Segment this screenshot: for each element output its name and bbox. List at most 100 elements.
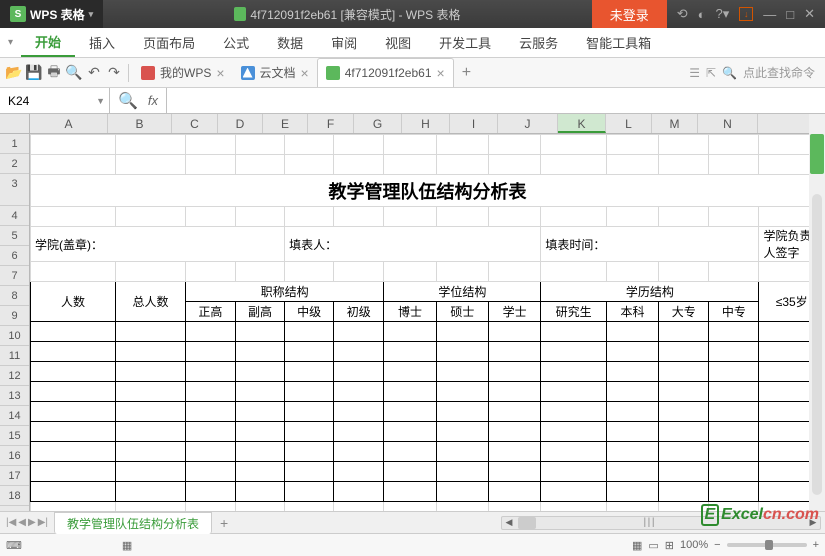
- theme-icon[interactable]: ◐: [698, 7, 706, 22]
- cell[interactable]: [436, 422, 488, 442]
- save-icon[interactable]: 💾: [24, 64, 44, 81]
- cell[interactable]: [185, 362, 235, 382]
- cell[interactable]: [334, 362, 384, 382]
- menu-cloud[interactable]: 云服务: [505, 28, 572, 57]
- cell[interactable]: [489, 342, 541, 362]
- cell[interactable]: [384, 422, 436, 442]
- login-button[interactable]: 未登录: [592, 0, 667, 28]
- cell[interactable]: [659, 342, 709, 362]
- doctab-mywps[interactable]: 我的WPS ×: [133, 58, 233, 87]
- menu-dropdown-icon[interactable]: ▾: [0, 28, 21, 57]
- cell[interactable]: [606, 422, 658, 442]
- cell[interactable]: [116, 482, 186, 502]
- zoom-slider[interactable]: [727, 543, 807, 547]
- cell[interactable]: [116, 422, 186, 442]
- cell[interactable]: [606, 342, 658, 362]
- cell[interactable]: [334, 422, 384, 442]
- cell[interactable]: [606, 382, 658, 402]
- col-header[interactable]: H: [402, 114, 450, 133]
- cell[interactable]: [384, 342, 436, 362]
- undo-icon[interactable]: ↶: [84, 64, 104, 81]
- sheet-last-icon[interactable]: ▶|: [38, 517, 48, 528]
- cell[interactable]: [709, 382, 759, 402]
- cell[interactable]: [116, 462, 186, 482]
- cell[interactable]: [709, 362, 759, 382]
- open-icon[interactable]: 📂: [4, 64, 24, 81]
- cell[interactable]: [541, 342, 606, 362]
- table-row[interactable]: [31, 342, 825, 362]
- namebox-dropdown-icon[interactable]: ▼: [96, 96, 105, 106]
- row-header[interactable]: 9: [0, 306, 29, 326]
- app-dropdown-icon[interactable]: ▾: [89, 9, 94, 20]
- cell[interactable]: [436, 362, 488, 382]
- cell[interactable]: [659, 442, 709, 462]
- col-header[interactable]: M: [652, 114, 698, 133]
- cell[interactable]: [285, 362, 334, 382]
- cell[interactable]: [285, 322, 334, 342]
- cell[interactable]: [116, 382, 186, 402]
- cell[interactable]: [185, 322, 235, 342]
- cell[interactable]: [489, 482, 541, 502]
- add-sheet-button[interactable]: +: [212, 515, 236, 531]
- cell[interactable]: [236, 342, 285, 362]
- fx-icon[interactable]: fx: [148, 93, 158, 108]
- cell[interactable]: [285, 462, 334, 482]
- col-header[interactable]: N: [698, 114, 758, 133]
- cell[interactable]: [489, 462, 541, 482]
- spreadsheet-table[interactable]: 教学管理队伍结构分析表 学院(盖章)： 填表人： 填表时间： 学院负责人签字 人…: [30, 134, 825, 512]
- vertical-scrollbar[interactable]: [809, 114, 825, 511]
- cell[interactable]: [659, 382, 709, 402]
- cell[interactable]: [541, 362, 606, 382]
- cell[interactable]: [489, 422, 541, 442]
- cell[interactable]: [489, 382, 541, 402]
- cell[interactable]: [334, 382, 384, 402]
- cell[interactable]: [489, 442, 541, 462]
- tab-close-icon[interactable]: ×: [437, 65, 445, 81]
- print-icon[interactable]: 🖶: [44, 61, 64, 85]
- menu-formula[interactable]: 公式: [209, 28, 263, 57]
- cell[interactable]: [236, 422, 285, 442]
- search-icon[interactable]: 🔍: [722, 66, 737, 80]
- cell[interactable]: [606, 482, 658, 502]
- cell[interactable]: [285, 482, 334, 502]
- col-header[interactable]: G: [354, 114, 402, 133]
- row-header[interactable]: 5: [0, 226, 29, 246]
- col-header[interactable]: I: [450, 114, 498, 133]
- cell[interactable]: [709, 342, 759, 362]
- cell[interactable]: [116, 442, 186, 462]
- cell[interactable]: [541, 442, 606, 462]
- zoom-out-icon[interactable]: −: [714, 539, 720, 551]
- col-header[interactable]: D: [218, 114, 263, 133]
- col-header[interactable]: E: [263, 114, 308, 133]
- cell[interactable]: [541, 382, 606, 402]
- cell[interactable]: [606, 462, 658, 482]
- tab-close-icon[interactable]: ×: [216, 65, 224, 81]
- table-row[interactable]: [31, 207, 825, 227]
- cell[interactable]: [606, 442, 658, 462]
- cell[interactable]: [285, 382, 334, 402]
- row-header[interactable]: 10: [0, 326, 29, 346]
- row-header[interactable]: 1: [0, 134, 29, 154]
- scroll-track[interactable]: [812, 194, 822, 495]
- cell[interactable]: [606, 362, 658, 382]
- doctab-cloud[interactable]: 云文档 ×: [233, 58, 317, 87]
- sheet-prev-icon[interactable]: ◀: [18, 517, 26, 528]
- table-row[interactable]: [31, 322, 825, 342]
- cell[interactable]: [334, 342, 384, 362]
- cell[interactable]: [606, 322, 658, 342]
- zoom-in-icon[interactable]: +: [813, 539, 819, 551]
- row-header[interactable]: 6: [0, 246, 29, 266]
- table-row[interactable]: [31, 422, 825, 442]
- cell[interactable]: [285, 402, 334, 422]
- cell[interactable]: [659, 462, 709, 482]
- cell[interactable]: [384, 482, 436, 502]
- row-header[interactable]: 4: [0, 206, 29, 226]
- cell[interactable]: [285, 342, 334, 362]
- cell[interactable]: [285, 422, 334, 442]
- table-row[interactable]: [31, 262, 825, 282]
- cell[interactable]: [31, 382, 116, 402]
- col-header[interactable]: C: [172, 114, 218, 133]
- row-header[interactable]: 13: [0, 386, 29, 406]
- cell[interactable]: [384, 462, 436, 482]
- row-header[interactable]: 3: [0, 174, 29, 206]
